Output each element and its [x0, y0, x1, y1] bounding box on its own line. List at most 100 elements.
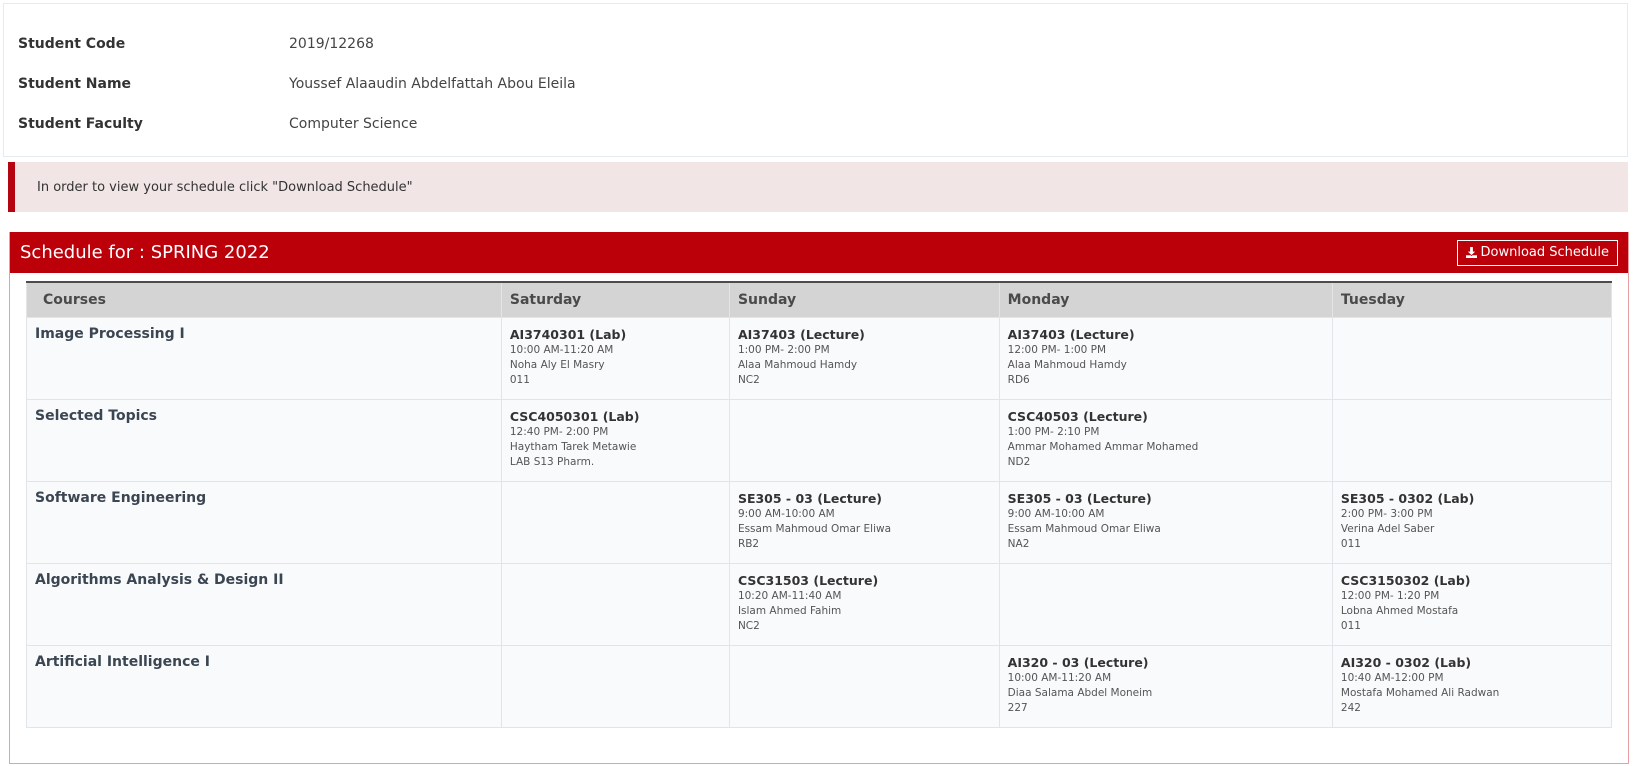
session-time: 2:00 PM- 3:00 PM: [1340, 507, 1433, 520]
download-schedule-label: Download Schedule: [1480, 245, 1610, 260]
session-code: SE305 - 03 (Lecture): [1007, 490, 1152, 506]
column-header-tuesday: Tuesday: [1331, 281, 1613, 317]
session-cell: AI37403 (Lecture) 1:00 PM- 2:00 PM Alaa Ma…: [728, 316, 1000, 400]
session-code: CSC31503 (Lecture): [737, 572, 879, 588]
course-cell: Software Engineering: [26, 480, 502, 564]
table-row: Selected Topics CSC4050301 (Lab) 12:40 PM-…: [26, 398, 1613, 482]
schedule-header: Schedule for : SPRING 2022 Download Sche…: [10, 232, 1628, 273]
course-name: Software Engineering: [35, 489, 207, 506]
student-code-label: Student Code: [18, 36, 126, 52]
session-cell: CSC31503 (Lecture) 10:20 AM-11:40 AM Islam…: [728, 562, 1000, 646]
session-time: 9:00 AM-10:00 AM: [1007, 507, 1105, 520]
session-code: CSC40503 (Lecture): [1007, 408, 1148, 424]
session-instructor: Diaa Salama Abdel Moneim: [1007, 686, 1153, 699]
session-cell: AI3740301 (Lab) 10:00 AM-11:20 AM Noha Aly…: [500, 316, 730, 400]
table-row: Software Engineering SE305 - 03 (Lecture)…: [26, 480, 1613, 564]
table-row: Artificial Intelligence I AI320 - 03 (Lec…: [26, 644, 1613, 728]
table-row: Algorithms Analysis & Design II CSC31503 …: [26, 562, 1613, 646]
session-code: CSC4050301 (Lab): [509, 408, 640, 424]
session-cell: AI320 - 0302 (Lab) 10:40 AM-12:00 PM Mosta…: [1331, 644, 1613, 728]
session-code: CSC3150302 (Lab): [1340, 572, 1471, 588]
course-name: Algorithms Analysis & Design II: [35, 571, 284, 588]
student-code-row: Student Code 2019/12268: [18, 33, 374, 55]
session-time: 10:00 AM-11:20 AM: [1007, 671, 1112, 684]
session-instructor: Alaa Mahmoud Hamdy: [737, 358, 858, 371]
session-cell: SE305 - 03 (Lecture) 9:00 AM-10:00 AM Essa…: [728, 480, 1000, 564]
column-header-courses: Courses: [26, 281, 502, 317]
student-faculty-row: Student Faculty Computer Science: [18, 113, 417, 135]
session-code: SE305 - 0302 (Lab): [1340, 490, 1475, 506]
session-cell: CSC40503 (Lecture) 1:00 PM- 2:10 PM Ammar …: [998, 398, 1333, 482]
student-code-value: 2019/12268: [289, 36, 374, 52]
table-header-row: Courses Saturday Sunday Monday Tuesday: [26, 281, 1613, 317]
session-code: SE305 - 03 (Lecture): [737, 490, 883, 506]
session-instructor: Noha Aly El Masry: [509, 358, 605, 371]
session-cell: CSC4050301 (Lab) 12:40 PM- 2:00 PM Haytham…: [500, 398, 730, 482]
student-faculty-value: Computer Science: [289, 116, 418, 132]
session-cell: AI37403 (Lecture) 12:00 PM- 1:00 PM Alaa M…: [998, 316, 1333, 400]
student-faculty-label: Student Faculty: [18, 116, 143, 132]
session-cell: [728, 398, 1000, 482]
session-time: 12:00 PM- 1:20 PM: [1340, 589, 1440, 602]
session-room: 242: [1340, 701, 1361, 714]
session-time: 12:00 PM- 1:00 PM: [1007, 343, 1107, 356]
alert-text: In order to view your schedule click "Do…: [37, 179, 413, 195]
session-cell: [728, 644, 1000, 728]
session-instructor: Islam Ahmed Fahim: [737, 604, 842, 617]
course-name: Artificial Intelligence I: [35, 653, 210, 670]
session-instructor: Haytham Tarek Metawie: [509, 440, 637, 453]
course-cell: Selected Topics: [26, 398, 502, 482]
session-room: 011: [1340, 619, 1361, 632]
session-time: 10:00 AM-11:20 AM: [509, 343, 614, 356]
session-cell: CSC3150302 (Lab) 12:00 PM- 1:20 PM Lobna A…: [1331, 562, 1613, 646]
session-code: AI37403 (Lecture): [737, 326, 865, 342]
session-room: 011: [1340, 537, 1361, 550]
column-header-saturday: Saturday: [500, 281, 730, 317]
course-cell: Artificial Intelligence I: [26, 644, 502, 728]
course-cell: Image Processing I: [26, 316, 502, 400]
table-row: Image Processing I AI3740301 (Lab) 10:00 A…: [26, 316, 1613, 400]
session-instructor: Lobna Ahmed Mostafa: [1340, 604, 1459, 617]
download-icon: [1465, 247, 1477, 258]
student-name-row: Student Name Youssef Alaaudin Abdelfatta…: [18, 73, 576, 95]
session-cell: SE305 - 0302 (Lab) 2:00 PM- 3:00 PM Verina…: [1331, 480, 1613, 564]
course-cell: Algorithms Analysis & Design II: [26, 562, 502, 646]
schedule-portlet: Schedule for : SPRING 2022 Download Sche…: [9, 232, 1629, 764]
session-time: 1:00 PM- 2:10 PM: [1007, 425, 1100, 438]
session-room: 227: [1007, 701, 1028, 714]
session-time: 1:00 PM- 2:00 PM: [737, 343, 830, 356]
session-cell: [1331, 398, 1613, 482]
session-time: 9:00 AM-10:00 AM: [737, 507, 835, 520]
session-room: 011: [509, 373, 530, 386]
session-time: 12:40 PM- 2:00 PM: [509, 425, 609, 438]
session-code: AI320 - 0302 (Lab): [1340, 654, 1472, 670]
session-instructor: Verina Adel Saber: [1340, 522, 1435, 535]
session-cell: [1331, 316, 1613, 400]
session-room: RD6: [1007, 373, 1030, 386]
session-room: ND2: [1007, 455, 1031, 468]
course-name: Image Processing I: [35, 325, 185, 342]
student-name-label: Student Name: [18, 76, 132, 92]
session-room: NA2: [1007, 537, 1030, 550]
session-instructor: Alaa Mahmoud Hamdy: [1007, 358, 1127, 371]
session-cell: [500, 562, 730, 646]
session-instructor: Mostafa Mohamed Ali Radwan: [1340, 686, 1500, 699]
session-code: AI3740301 (Lab): [509, 326, 627, 342]
download-schedule-button[interactable]: Download Schedule: [1456, 239, 1618, 266]
session-cell: [998, 562, 1333, 646]
session-instructor: Essam Mahmoud Omar Eliwa: [1007, 522, 1161, 535]
session-instructor: Essam Mahmoud Omar Eliwa: [737, 522, 892, 535]
session-cell: [500, 480, 730, 564]
info-alert: In order to view your schedule click "Do…: [8, 162, 1628, 212]
student-info-panel: Student Code 2019/12268 Student Name You…: [3, 3, 1628, 157]
session-time: 10:40 AM-12:00 PM: [1340, 671, 1444, 684]
student-name-value: Youssef Alaaudin Abdelfattah Abou Eleila: [289, 76, 576, 92]
session-room: NC2: [737, 619, 760, 632]
session-code: AI320 - 03 (Lecture): [1007, 654, 1149, 670]
schedule-table: Courses Saturday Sunday Monday Tuesday I…: [26, 281, 1613, 728]
column-header-sunday: Sunday: [728, 281, 1000, 317]
session-instructor: Ammar Mohamed Ammar Mohamed: [1007, 440, 1199, 453]
course-name: Selected Topics: [35, 407, 158, 424]
session-room: LAB S13 Pharm.: [509, 455, 595, 468]
column-header-monday: Monday: [998, 281, 1333, 317]
